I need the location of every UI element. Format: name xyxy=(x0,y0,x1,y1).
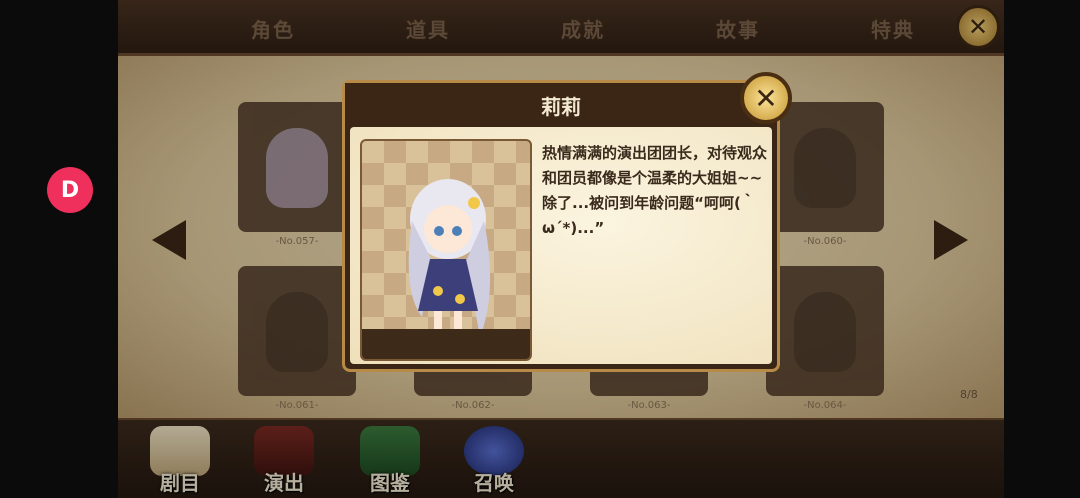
close-icon[interactable]: ✕ xyxy=(740,72,792,124)
portrait-footer xyxy=(362,329,530,359)
character-name: 莉莉 xyxy=(345,83,777,127)
character-illustration xyxy=(408,179,491,337)
character-description: 热情满满的演出团团长，对待观众和团员都像是个温柔的大姐姐~~除了...被问到年龄… xyxy=(542,144,768,237)
left-letterbox xyxy=(0,0,118,498)
character-detail-modal: 莉莉 热情满满的演出团团长，对待观众和团员都像是个温柔的大姐姐~~除了...被问… xyxy=(342,80,780,372)
right-letterbox xyxy=(1004,0,1080,498)
modal-body: 热情满满的演出团团长，对待观众和团员都像是个温柔的大姐姐~~除了...被问到年龄… xyxy=(350,127,772,364)
character-portrait xyxy=(360,139,532,361)
app-badge-icon[interactable]: D xyxy=(47,167,93,213)
